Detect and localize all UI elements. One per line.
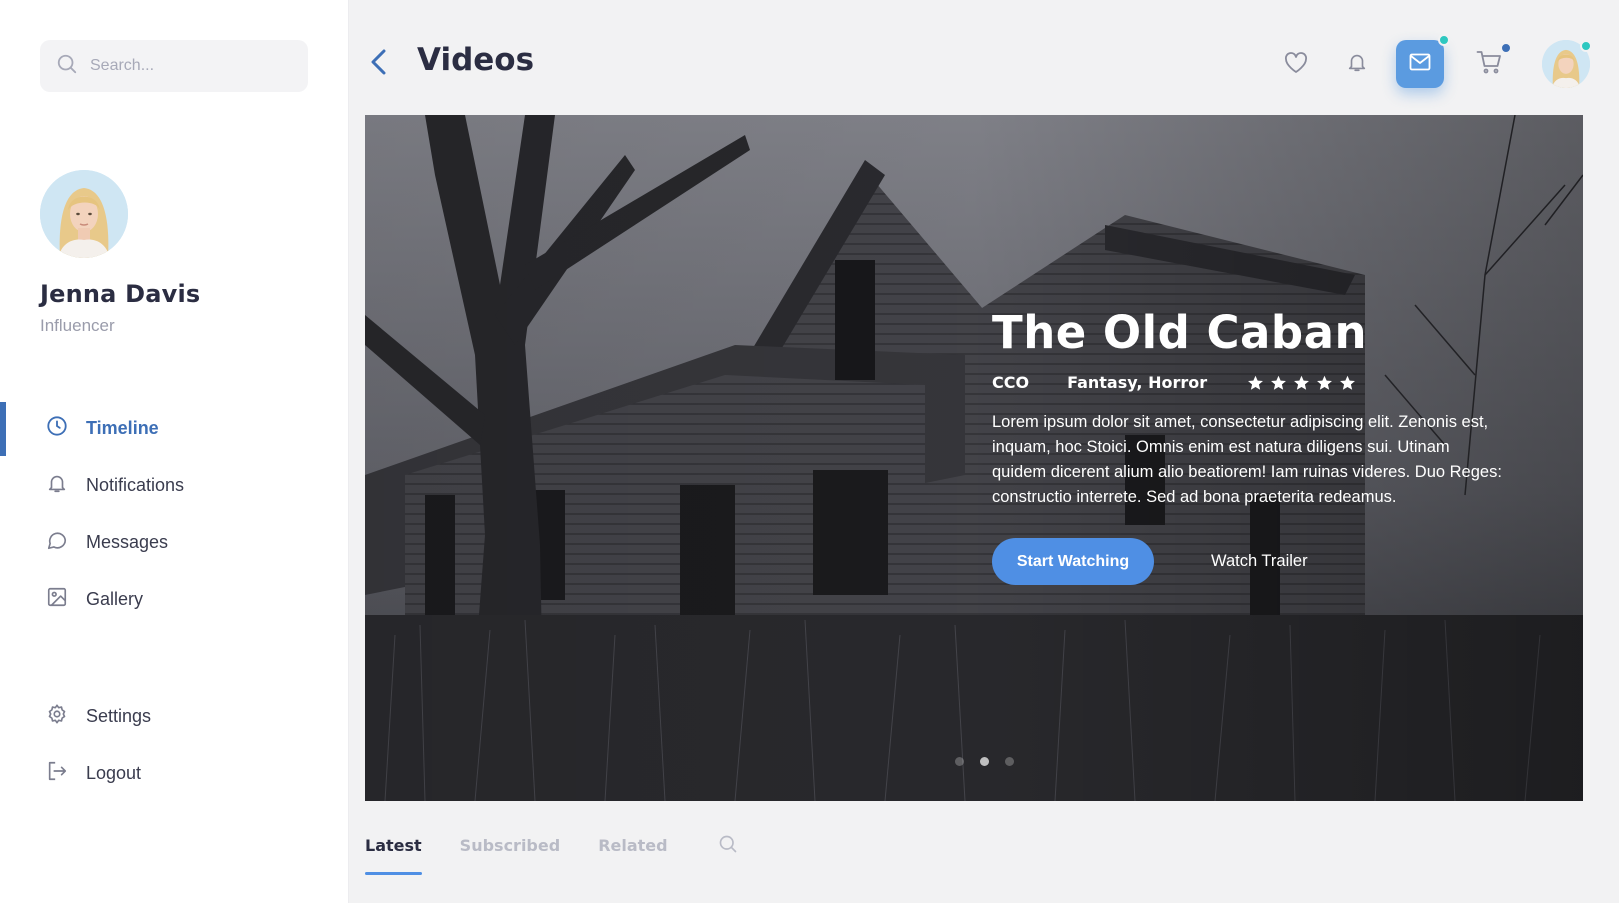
search-icon <box>718 835 738 858</box>
chat-bubble-icon <box>46 529 68 556</box>
bell-icon <box>46 472 68 499</box>
sidebar-item-notifications[interactable]: Notifications <box>0 457 348 514</box>
carousel-pagination <box>955 757 1014 766</box>
video-meta: CCO Fantasy, Horror <box>992 373 1502 392</box>
carousel-dot[interactable] <box>955 757 964 766</box>
video-description: Lorem ipsum dolor sit amet, consectetur … <box>992 413 1502 506</box>
tab-latest[interactable]: Latest <box>365 836 422 875</box>
star-icon <box>1340 375 1356 390</box>
search-icon <box>56 53 78 80</box>
clock-icon <box>46 415 68 442</box>
heart-icon <box>1284 51 1308 79</box>
sidebar-item-label: Logout <box>86 763 142 783</box>
star-icon <box>1248 375 1264 390</box>
image-icon <box>46 586 68 613</box>
profile-name: Jenna Davis <box>40 280 201 308</box>
sidebar-item-settings[interactable]: Settings <box>0 688 348 745</box>
profile-avatar <box>40 170 128 258</box>
messages-button[interactable] <box>1396 34 1450 88</box>
carousel-dot-active[interactable] <box>980 757 989 766</box>
sidebar-item-logout[interactable]: Logout <box>0 745 348 802</box>
sidebar-item-timeline[interactable]: Timeline <box>0 400 348 457</box>
star-icon <box>1294 375 1310 390</box>
sidebar-item-label: Gallery <box>86 589 144 609</box>
tab-related[interactable]: Related <box>598 836 667 875</box>
carousel-dot[interactable] <box>1005 757 1014 766</box>
cart-badge-dot <box>1500 42 1512 54</box>
profile-role: Influencer <box>40 316 115 335</box>
sidebar-nav: Timeline Notifications Messages Gallery <box>0 400 348 628</box>
video-title: The Old Caban <box>992 306 1367 359</box>
sidebar-item-label: Messages <box>86 532 169 552</box>
page-title: Videos <box>417 42 535 78</box>
logout-icon <box>46 760 68 787</box>
gear-icon <box>46 703 68 730</box>
sidebar: Jenna Davis Influencer Timeline Notifica… <box>0 0 349 903</box>
sidebar-item-messages[interactable]: Messages <box>0 514 348 571</box>
cart-icon <box>1476 50 1502 79</box>
online-status-dot <box>1580 40 1592 52</box>
new-message-dot <box>1438 34 1450 46</box>
sidebar-item-label: Settings <box>86 706 152 726</box>
search-input[interactable] <box>90 57 280 75</box>
cart-button[interactable] <box>1474 42 1512 79</box>
chevron-left-icon <box>367 49 393 82</box>
video-rating-label: CCO <box>992 373 1030 392</box>
star-icon <box>1271 375 1287 390</box>
bell-icon <box>1346 50 1368 79</box>
tab-search-button[interactable] <box>718 834 738 859</box>
start-watching-button[interactable]: Start Watching <box>992 538 1154 585</box>
star-icon <box>1317 375 1333 390</box>
watch-trailer-button[interactable]: Watch Trailer <box>1211 552 1308 571</box>
mail-icon <box>1409 53 1431 76</box>
back-button[interactable] <box>367 46 393 78</box>
sidebar-nav-bottom: Settings Logout <box>0 688 348 802</box>
tab-subscribed[interactable]: Subscribed <box>460 836 561 875</box>
video-genre: Fantasy, Horror <box>1067 373 1208 392</box>
hero-content: The Old Caban CCO Fantasy, Horror Lorem … <box>992 305 1502 585</box>
sidebar-search[interactable] <box>40 40 308 92</box>
hero-actions: Start Watching Watch Trailer <box>992 538 1502 585</box>
star-rating <box>1247 375 1356 391</box>
video-tabs: Latest Subscribed Related <box>365 834 738 875</box>
sidebar-item-label: Notifications <box>86 475 185 495</box>
sidebar-item-gallery[interactable]: Gallery <box>0 571 348 628</box>
notifications-button[interactable] <box>1344 50 1370 78</box>
sidebar-item-label: Timeline <box>86 418 159 438</box>
favorites-button[interactable] <box>1282 51 1310 79</box>
featured-video-banner: The Old Caban CCO Fantasy, Horror Lorem … <box>365 115 1583 801</box>
